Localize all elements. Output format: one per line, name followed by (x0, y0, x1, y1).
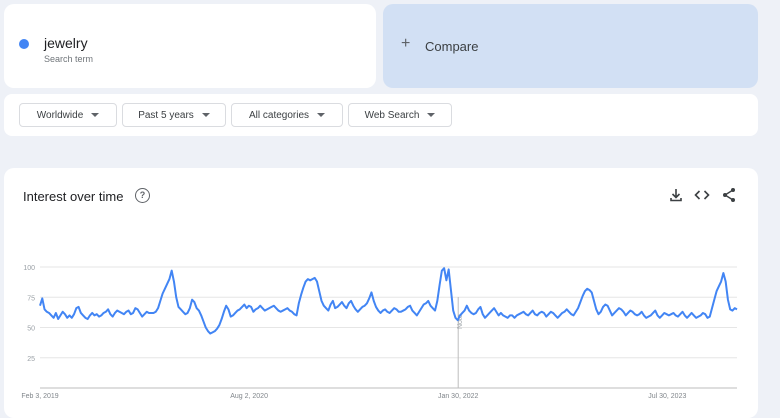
annotation-label[interactable]: Note (457, 314, 464, 329)
x-axis-ticks: Feb 3, 2019 Aug 2, 2020 Jan 30, 2022 Jul 30… (21, 393, 686, 400)
interest-over-time-card: Interest over time ? 25 50 75 100 Feb 3, 20… (4, 168, 758, 418)
time-range-filter-label: Past 5 years (138, 109, 194, 121)
compare-label: Compare (425, 39, 479, 54)
category-filter-dropdown[interactable]: All categories (231, 103, 343, 127)
search-term-card[interactable]: jewelry Search term (4, 4, 376, 88)
grid-lines (40, 266, 737, 389)
x-tick-label: Jan 30, 2022 (438, 393, 479, 400)
series-line-jewelry[interactable] (39, 267, 738, 335)
plus-icon: + (401, 35, 411, 52)
x-tick-label: Aug 2, 2020 (230, 393, 268, 400)
line-chart: 25 50 75 100 Feb 3, 2019 Aug 2, 2020 Jan 30, … (21, 265, 738, 400)
region-filter-label: Worldwide (36, 109, 84, 121)
caret-down-icon (201, 113, 210, 117)
caret-down-icon (317, 113, 326, 117)
category-filter-label: All categories (248, 109, 310, 121)
y-tick-label: 100 (23, 265, 35, 272)
compare-button[interactable]: + Compare (383, 4, 758, 88)
series-layer (39, 267, 738, 335)
filter-bar: Worldwide Past 5 years All categories We… (4, 94, 758, 136)
search-term-name[interactable]: jewelry (44, 35, 88, 51)
series-color-dot (19, 39, 29, 49)
caret-down-icon (427, 113, 436, 117)
y-tick-label: 25 (27, 356, 35, 363)
caret-down-icon (91, 113, 100, 117)
x-tick-label: Feb 3, 2019 (21, 393, 58, 400)
region-filter-dropdown[interactable]: Worldwide (19, 103, 117, 127)
x-tick-label: Jul 30, 2023 (648, 393, 686, 400)
time-range-filter-dropdown[interactable]: Past 5 years (122, 103, 226, 127)
y-tick-label: 75 (27, 295, 35, 302)
search-term-sublabel: Search term (44, 54, 94, 64)
search-type-filter-label: Web Search (364, 109, 420, 121)
search-type-filter-dropdown[interactable]: Web Search (348, 103, 452, 127)
y-axis-ticks: 25 50 75 100 (23, 265, 35, 363)
y-tick-label: 50 (27, 326, 35, 333)
